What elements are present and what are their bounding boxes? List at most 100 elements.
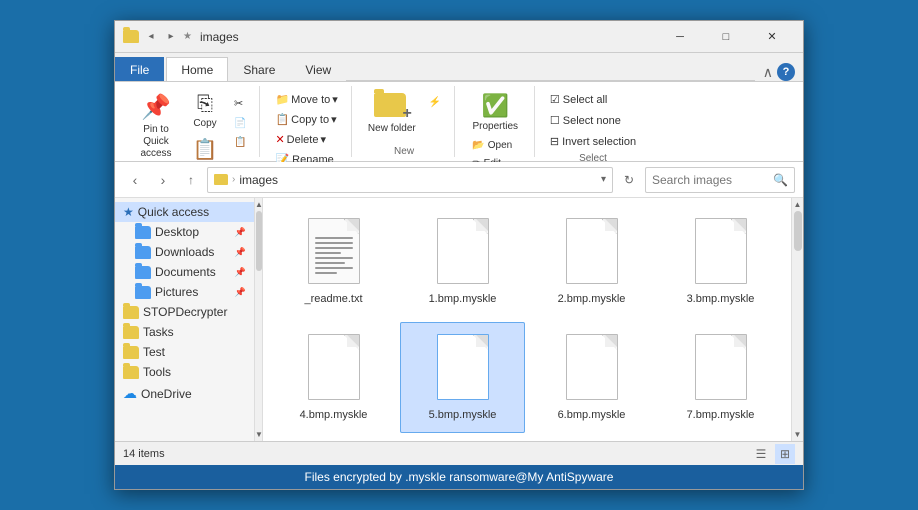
tasks-folder-icon xyxy=(123,326,139,339)
notification-text: Files encrypted by .myskle ransomware@My… xyxy=(305,470,614,484)
sidebar-label-documents: Documents xyxy=(155,265,216,279)
file-icon-2 xyxy=(560,213,624,289)
tab-file[interactable]: File xyxy=(115,57,164,81)
view-large-icons-button[interactable]: ⊞ xyxy=(775,444,795,464)
search-box[interactable]: 🔍 xyxy=(645,167,795,193)
content-scroll-thumb[interactable] xyxy=(794,211,802,251)
tab-view[interactable]: View xyxy=(290,57,346,81)
search-input[interactable] xyxy=(652,173,769,187)
title-quick-access-star: ★ xyxy=(183,31,192,42)
copy-button[interactable]: ⎘ Copy xyxy=(183,90,227,132)
pin-label: Pin to Quick access xyxy=(134,124,178,160)
ribbon-collapse-icon[interactable]: ∧ xyxy=(763,64,773,81)
list-item[interactable]: 3.bmp.myskle xyxy=(658,206,783,318)
nav-bar: ‹ › ↑ › images ▾ ↻ 🔍 xyxy=(115,162,803,198)
downloads-pin-icon: 📌 xyxy=(235,247,246,258)
list-item[interactable]: 5.bmp.myskle xyxy=(400,322,525,434)
list-item[interactable]: _readme.txt xyxy=(271,206,396,318)
delete-button[interactable]: ✕ Delete ▾ xyxy=(270,130,331,149)
maximize-button[interactable]: □ xyxy=(703,21,749,53)
organize-items: 📁 Move to ▾ 📋 Copy to ▾ ✕ Delete ▾ xyxy=(270,86,342,169)
select-all-button[interactable]: ☑ Select all xyxy=(545,90,613,109)
sidebar-scroll-thumb[interactable] xyxy=(256,211,262,271)
list-item[interactable]: 6.bmp.myskle xyxy=(529,322,654,434)
sidebar-item-quick-access[interactable]: ★ Quick access xyxy=(115,202,254,222)
move-dropdown-icon: ▾ xyxy=(332,93,338,106)
view-details-button[interactable]: ☰ xyxy=(751,444,771,464)
star-icon: ★ xyxy=(123,205,134,219)
ribbon-help-icon[interactable]: ? xyxy=(777,63,795,81)
paste-icon: 📋 xyxy=(193,137,218,162)
title-bar: ◂ ▸ ★ images ─ □ ✕ xyxy=(115,21,803,53)
new-folder-button[interactable]: + New folder xyxy=(362,90,422,138)
content-area: _readme.txt 1.bmp.myskle xyxy=(263,198,791,441)
paste-shortcut-button[interactable]: 📋 xyxy=(229,134,251,151)
select-none-button[interactable]: ☐ Select none xyxy=(545,111,626,130)
pin-to-quick-access-button[interactable]: 📌 Pin to Quick access xyxy=(131,90,181,163)
move-to-label: Move to xyxy=(291,94,330,106)
sidebar: ★ Quick access Desktop 📌 Downloads 📌 Doc… xyxy=(115,198,255,441)
sidebar-item-stopdecrypter[interactable]: STOPDecrypter xyxy=(115,302,254,322)
invert-selection-button[interactable]: ⊟ Invert selection xyxy=(545,132,641,151)
ribbon-group-new: + New folder ⚡ New xyxy=(354,86,455,157)
tab-home[interactable]: Home xyxy=(166,57,228,81)
delete-label: Delete xyxy=(287,134,319,146)
list-item[interactable]: 1.bmp.myskle xyxy=(400,206,525,318)
path-folder-icon xyxy=(214,174,228,185)
list-item[interactable]: 2.bmp.myskle xyxy=(529,206,654,318)
title-forward-icon: ▸ xyxy=(163,29,179,45)
path-dropdown-icon[interactable]: ▾ xyxy=(601,174,606,185)
sidebar-item-desktop[interactable]: Desktop 📌 xyxy=(115,222,254,242)
file-explorer-window: ◂ ▸ ★ images ─ □ ✕ File Home Share View … xyxy=(114,20,804,490)
test-folder-icon xyxy=(123,346,139,359)
content-scrollbar[interactable]: ▲ ▼ xyxy=(791,198,803,441)
cut-button[interactable]: ✂ xyxy=(229,94,251,113)
sidebar-item-downloads[interactable]: Downloads 📌 xyxy=(115,242,254,262)
sidebar-item-tasks[interactable]: Tasks xyxy=(115,322,254,342)
pictures-pin-icon: 📌 xyxy=(235,287,246,298)
close-button[interactable]: ✕ xyxy=(749,21,795,53)
up-button[interactable]: ↑ xyxy=(179,168,203,192)
minimize-button[interactable]: ─ xyxy=(657,21,703,53)
copy-to-button[interactable]: 📋 Copy to ▾ xyxy=(270,110,341,129)
content-scroll-up[interactable]: ▲ xyxy=(792,198,803,209)
title-back-icon: ◂ xyxy=(143,29,159,45)
copy-to-dropdown-icon: ▾ xyxy=(331,113,337,126)
list-item[interactable]: 7.bmp.myskle xyxy=(658,322,783,434)
move-to-button[interactable]: 📁 Move to ▾ xyxy=(270,90,342,109)
content-scroll-down[interactable]: ▼ xyxy=(792,430,803,441)
open-icon: 📂 xyxy=(472,140,484,151)
window-title: images xyxy=(200,30,239,44)
address-bar[interactable]: › images ▾ xyxy=(207,167,613,193)
copy-label: Copy xyxy=(193,118,216,129)
properties-button[interactable]: ✅ Properties xyxy=(465,90,525,135)
file-name-5: 5.bmp.myskle xyxy=(429,409,497,421)
sidebar-item-test[interactable]: Test xyxy=(115,342,254,362)
list-item[interactable]: 4.bmp.myskle xyxy=(271,322,396,434)
copy-path-button[interactable]: 📄 xyxy=(229,115,251,132)
sidebar-item-tools[interactable]: Tools xyxy=(115,362,254,382)
title-controls: ─ □ ✕ xyxy=(657,21,795,53)
sidebar-item-pictures[interactable]: Pictures 📌 xyxy=(115,282,254,302)
sidebar-label-tools: Tools xyxy=(143,365,171,379)
copy-to-icon: 📋 xyxy=(275,113,289,126)
sidebar-item-documents[interactable]: Documents 📌 xyxy=(115,262,254,282)
tab-share[interactable]: Share xyxy=(228,57,290,81)
refresh-button[interactable]: ↻ xyxy=(617,168,641,192)
file-name-readme: _readme.txt xyxy=(304,293,362,305)
notification-bar: Files encrypted by .myskle ransomware@My… xyxy=(115,465,803,489)
documents-pin-icon: 📌 xyxy=(235,267,246,278)
back-button[interactable]: ‹ xyxy=(123,168,147,192)
sidebar-item-onedrive[interactable]: ☁ OneDrive xyxy=(115,382,254,405)
ribbon-group-select: ☑ Select all ☐ Select none ⊟ Invert sele… xyxy=(537,86,649,157)
sidebar-scroll-down[interactable]: ▼ xyxy=(255,430,262,441)
sidebar-scroll-up[interactable]: ▲ xyxy=(255,198,262,209)
sidebar-scrollbar[interactable]: ▲ ▼ xyxy=(255,198,263,441)
new-label: New xyxy=(394,144,414,157)
open-button[interactable]: 📂 Open xyxy=(467,137,524,154)
select-all-icon: ☑ xyxy=(550,93,560,106)
delete-dropdown-icon: ▾ xyxy=(320,133,326,146)
easy-access-button[interactable]: ⚡ xyxy=(424,94,446,111)
desktop-folder-icon xyxy=(135,226,151,239)
forward-button[interactable]: › xyxy=(151,168,175,192)
